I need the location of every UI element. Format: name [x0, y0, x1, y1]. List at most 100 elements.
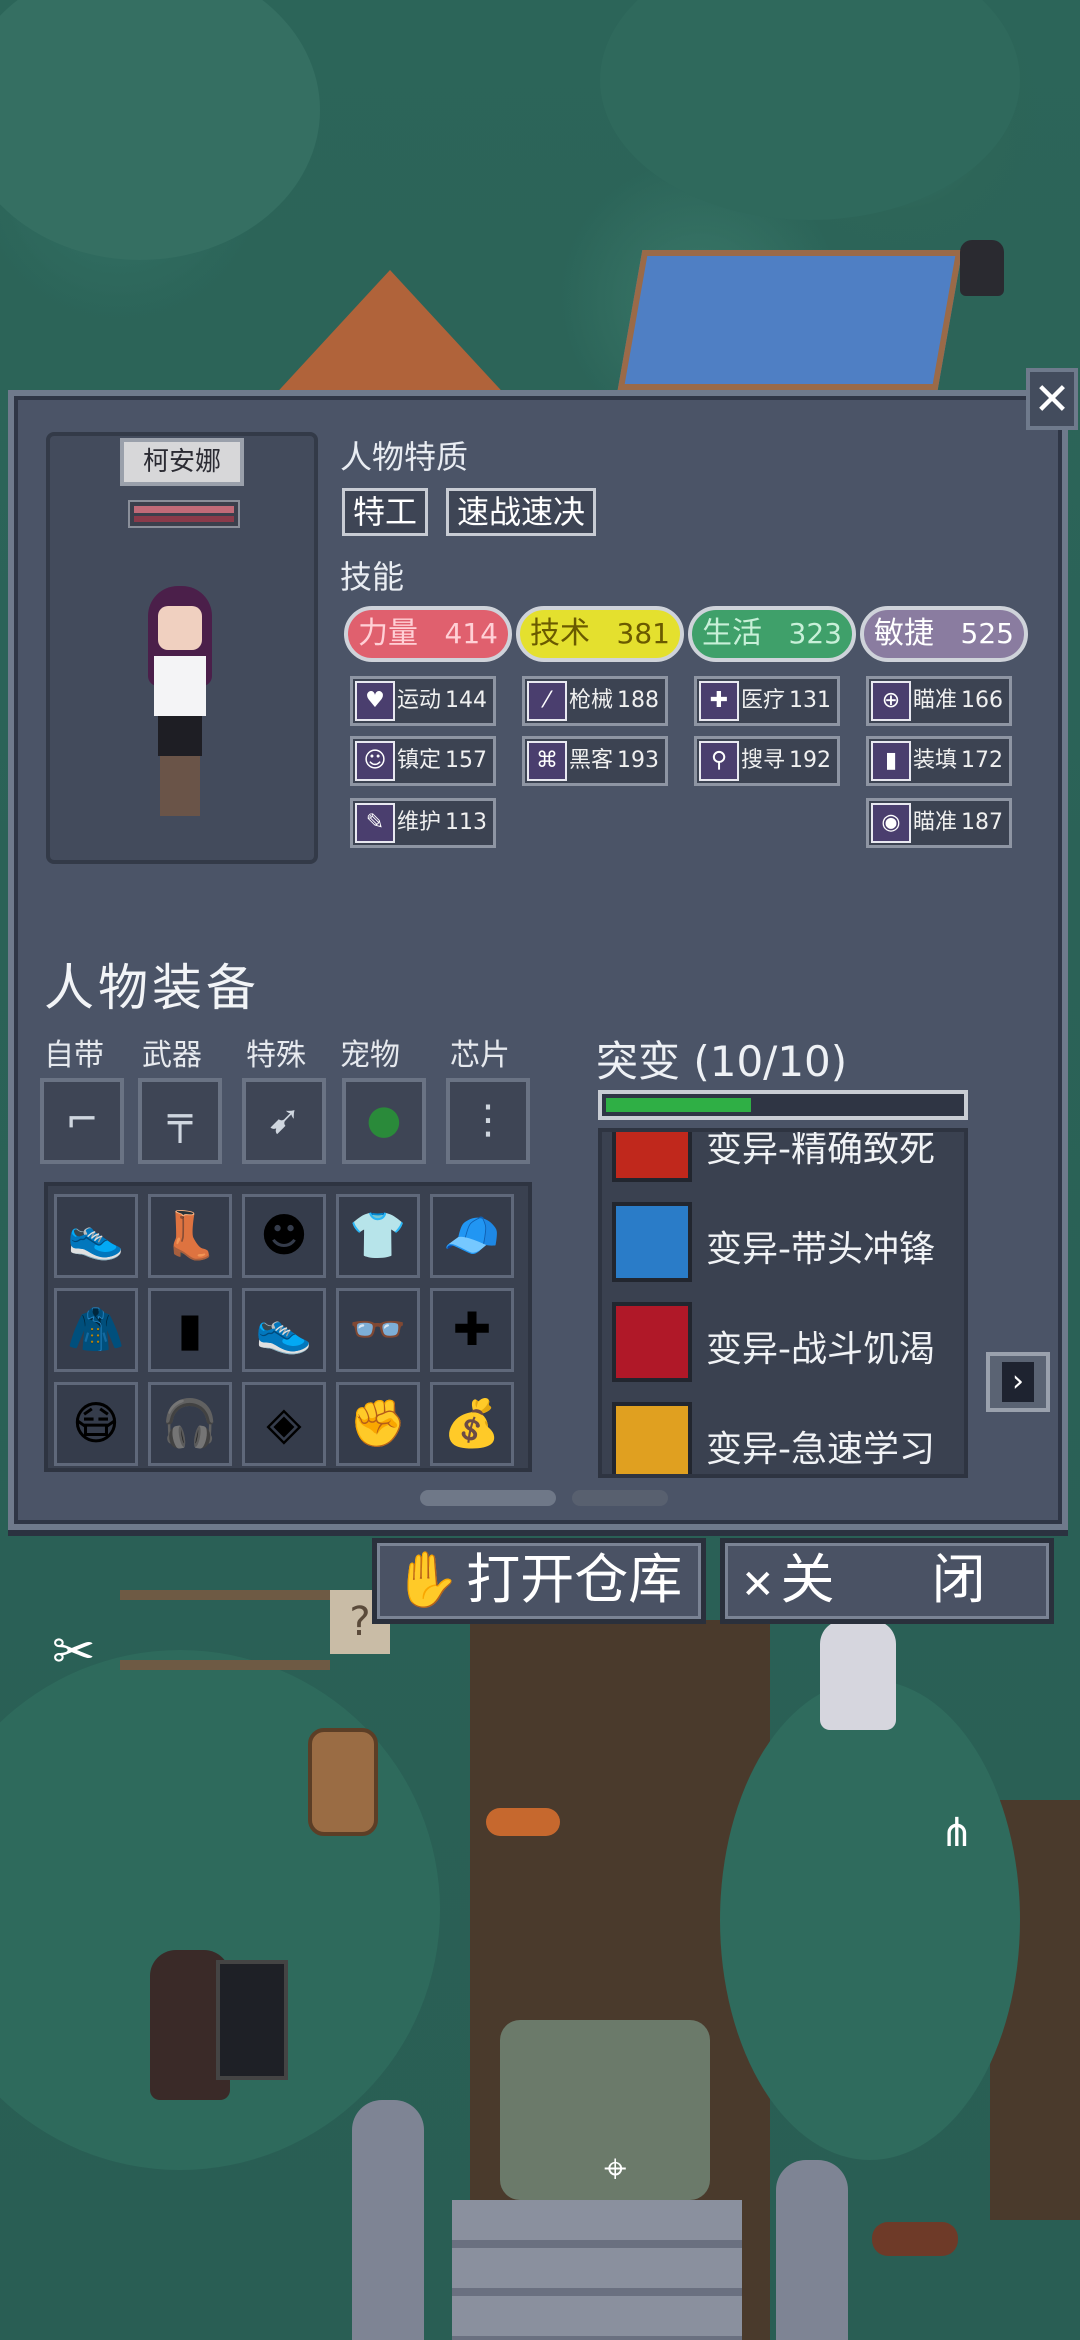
tent-roof-left [270, 270, 510, 400]
skill-item[interactable]: ⁄ 枪械 188 [522, 676, 668, 726]
chevron-right-icon: › [1002, 1362, 1034, 1402]
magazine-icon: ▮ [871, 741, 911, 781]
mutation-item[interactable]: 变异-带头冲锋 [612, 1202, 952, 1286]
first-aid-kit-icon[interactable]: ✚ [430, 1288, 514, 1372]
tshirt-icon[interactable]: 👕 [336, 1194, 420, 1278]
skill-label: 维护 [397, 810, 442, 835]
stat-3[interactable]: 敏捷 525 [860, 606, 1028, 662]
slot-label: 自带 [44, 1038, 104, 1073]
skill-label: 搜寻 [741, 748, 786, 773]
skill-item[interactable]: ◉ 瞄准 187 [866, 798, 1012, 848]
character-sprite [130, 586, 230, 826]
skill-value: 157 [445, 748, 487, 773]
stat-label: 力量 [358, 616, 418, 651]
riot-shield [216, 1960, 288, 2080]
stat-value: 414 [444, 617, 498, 650]
armor-vest-icon[interactable]: ◈ [242, 1382, 326, 1466]
cat-sprite[interactable] [960, 240, 1004, 296]
skill-item[interactable]: ⚲ 搜寻 192 [694, 736, 840, 786]
wrench-icon: ✎ [355, 803, 395, 843]
tent-roof-right [617, 250, 963, 390]
gauntlet-icon[interactable]: ✊ [336, 1382, 420, 1466]
location-pin-icon[interactable]: ⌖ [604, 2146, 627, 2192]
skill-label: 瞄准 [913, 810, 958, 835]
skill-value: 192 [789, 748, 831, 773]
gun-icon: ⁄ [527, 681, 567, 721]
mutation-item[interactable]: 变异-精确致死 [612, 1132, 952, 1186]
mutation-item[interactable]: 变异-战斗饥渴 [612, 1302, 952, 1386]
stat-2[interactable]: 生活 323 [688, 606, 856, 662]
npc-girl-sprite[interactable] [820, 1620, 896, 1730]
slot-label: 特殊 [246, 1038, 306, 1073]
crosshair-icon: ⊕ [871, 681, 911, 721]
mutation-label: 变异-战斗饥渴 [706, 1329, 935, 1370]
barrel-sprite[interactable] [308, 1728, 378, 1836]
magnifier-icon: ⚲ [699, 741, 739, 781]
close-button[interactable]: ✕ 关 闭 [720, 1538, 1054, 1624]
cap-icon[interactable]: 🧢 [430, 1194, 514, 1278]
stat-value: 525 [960, 617, 1014, 650]
sneaker-icon[interactable]: 👟 [54, 1194, 138, 1278]
stone-pillar-right [776, 2160, 848, 2340]
sleeping-dog-sprite[interactable] [872, 2222, 958, 2256]
skill-value: 113 [445, 810, 487, 835]
eye-icon: ◉ [871, 803, 911, 843]
skill-value: 188 [617, 688, 659, 713]
trait-tag[interactable]: 速战速决 [446, 488, 597, 536]
skill-item[interactable]: ☺ 镇定 157 [350, 736, 496, 786]
crab-sprite[interactable] [486, 1808, 560, 1836]
skill-item[interactable]: ⊕ 瞄准 166 [866, 676, 1012, 726]
health-bar [128, 500, 240, 528]
revolver-icon[interactable]: ⌐ [40, 1078, 124, 1164]
next-page-button[interactable]: › [986, 1352, 1050, 1412]
close-icon: ✕ [741, 1562, 775, 1608]
skill-item[interactable]: ♥ 运动 144 [350, 676, 496, 726]
skill-value: 166 [961, 688, 1003, 713]
mutation-progress-fill [606, 1098, 751, 1112]
headphones-icon[interactable]: 🎧 [148, 1382, 232, 1466]
rifle-icon[interactable]: ╤ [138, 1078, 222, 1164]
trait-tag[interactable]: 特工 [342, 488, 429, 536]
suit-icon[interactable]: 🧥 [54, 1288, 138, 1372]
mutation-title: 突变 (10/10) [596, 1037, 848, 1086]
face-mask-icon[interactable]: 😷 [54, 1382, 138, 1466]
page-indicator-active[interactable] [420, 1490, 556, 1506]
charge-figure-icon [612, 1202, 692, 1282]
equipment-title: 人物装备 [44, 959, 260, 1017]
close-icon[interactable]: ✕ [1026, 368, 1078, 430]
boot-icon[interactable]: 👢 [148, 1194, 232, 1278]
slot-label: 芯片 [450, 1038, 510, 1073]
green-pet-icon[interactable]: ● [342, 1078, 426, 1164]
character-name: 柯安娜 [120, 438, 244, 486]
skill-value: 172 [961, 748, 1003, 773]
red-slash-icon [612, 1132, 692, 1182]
skill-label: 装填 [913, 748, 958, 773]
skill-item[interactable]: ✚ 医疗 131 [694, 676, 840, 726]
pitchfork-icon[interactable]: ⋔ [940, 1810, 974, 1856]
open-storage-button[interactable]: ✋ 打开仓库 [372, 1538, 706, 1624]
stat-value: 323 [788, 617, 842, 650]
character-portrait [46, 432, 318, 864]
mutation-item[interactable]: 变异-急速学习 [612, 1402, 952, 1474]
blue-boots-icon[interactable]: ▮ [148, 1288, 232, 1372]
skill-value: 193 [617, 748, 659, 773]
skill-label: 枪械 [569, 688, 614, 713]
skill-item[interactable]: ▮ 装填 172 [866, 736, 1012, 786]
glasses-icon[interactable]: 👓 [336, 1288, 420, 1372]
hockey-mask-icon[interactable]: ☻ [242, 1194, 326, 1278]
chip-icon[interactable]: ⋮ [446, 1078, 530, 1164]
stone-stairs [452, 2200, 742, 2340]
page-indicator[interactable] [572, 1490, 668, 1506]
stat-0[interactable]: 力量 414 [344, 606, 512, 662]
skill-value: 144 [445, 688, 487, 713]
stat-1[interactable]: 技术 381 [516, 606, 684, 662]
sack-icon[interactable]: 💰 [430, 1382, 514, 1466]
skill-item[interactable]: ⌘ 黑客 193 [522, 736, 668, 786]
stat-value: 381 [616, 617, 670, 650]
skill-item[interactable]: ✎ 维护 113 [350, 798, 496, 848]
mutation-list[interactable]: 变异-精确致死变异-带头冲锋变异-战斗饥渴变异-急速学习 [598, 1128, 968, 1478]
tools-icon[interactable]: ✂ [52, 1622, 96, 1682]
running-shoe-icon[interactable]: 👟 [242, 1288, 326, 1372]
kunai-icon[interactable]: ➹ [242, 1078, 326, 1164]
skill-label: 医疗 [741, 688, 786, 713]
